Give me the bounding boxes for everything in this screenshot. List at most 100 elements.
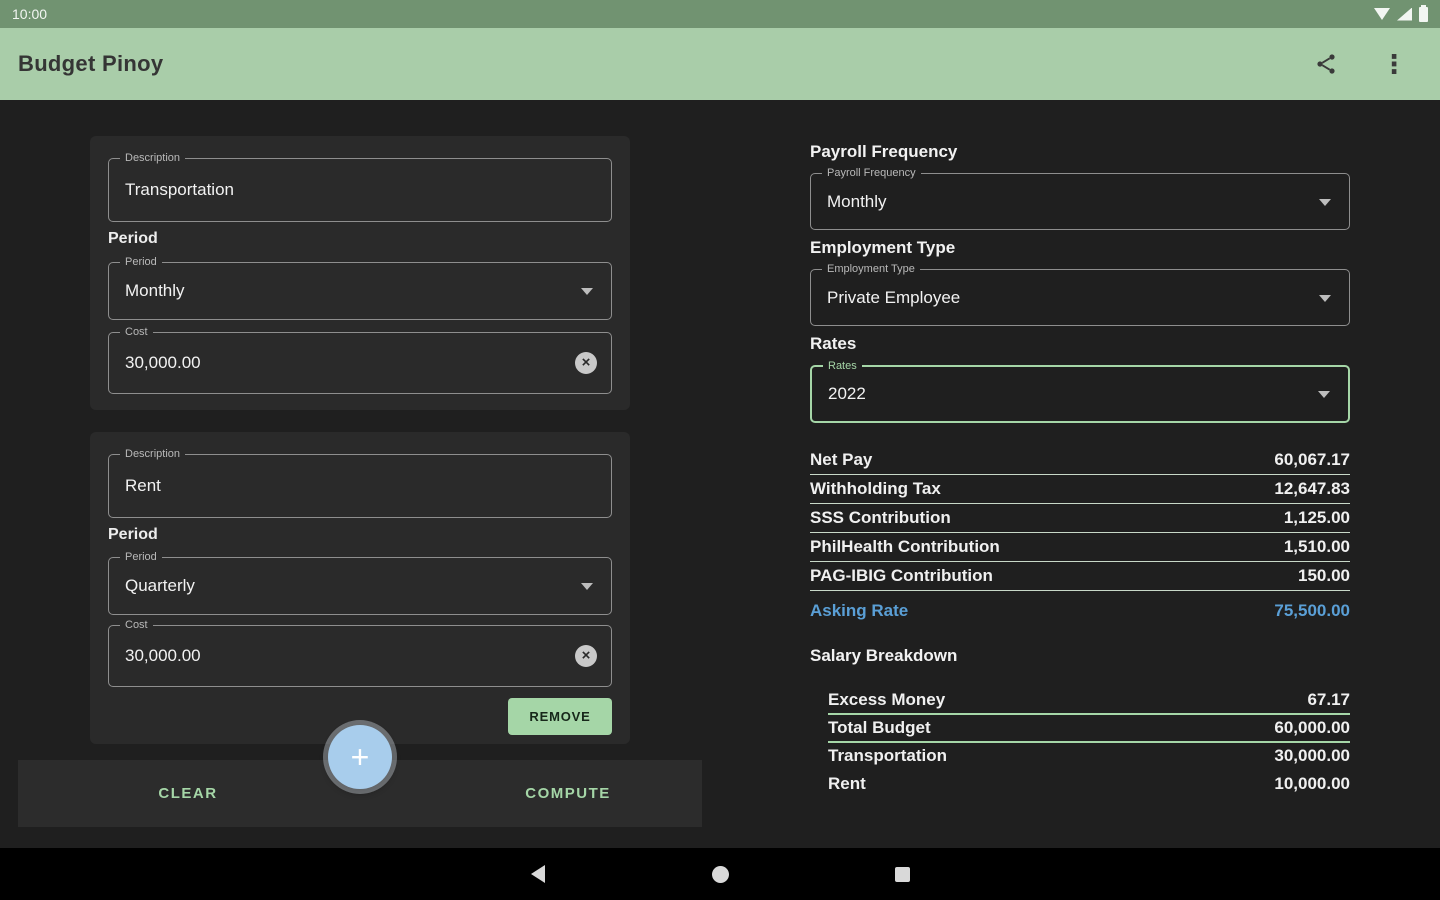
period-heading: Period [108, 230, 158, 247]
app-bar: Budget Pinoy ⋮ [0, 28, 1440, 100]
period-field-label: Period [120, 255, 162, 269]
page-title: Budget Pinoy [18, 51, 164, 76]
cell-signal-icon [1397, 7, 1412, 21]
result-row-net-pay: Net Pay 60,067.17 [810, 446, 1350, 475]
employment-type-heading: Employment Type [810, 238, 956, 257]
breakdown-label: Total Budget [828, 718, 931, 737]
result-value: 12,647.83 [1274, 479, 1350, 498]
cost-field-label: Cost [120, 618, 153, 632]
breakdown-label: Transportation [828, 746, 948, 765]
battery-icon [1419, 4, 1428, 22]
asking-rate-label: Asking Rate [810, 600, 909, 620]
overflow-menu-button[interactable]: ⋮ [1374, 44, 1414, 84]
result-label: PhilHealth Contribution [810, 537, 1000, 556]
recents-icon [894, 866, 910, 882]
employment-type-value: Private Employee [827, 287, 961, 307]
chevron-down-icon [581, 288, 593, 295]
asking-rate-value: 75,500.00 [1274, 600, 1350, 620]
result-row-pagibig: PAG-IBIG Contribution 150.00 [810, 562, 1350, 591]
cost-input[interactable]: Cost 30,000.00 × [108, 618, 612, 687]
nav-home-button[interactable] [690, 848, 750, 900]
period-dropdown[interactable]: Period Monthly [108, 255, 612, 320]
period-field-label: Period [120, 550, 162, 564]
breakdown-row-rent: Rent 10,000.00 [828, 771, 1350, 799]
compute-button[interactable]: COMPUTE [478, 760, 658, 827]
payroll-frequency-value: Monthly [827, 191, 887, 211]
employment-type-field-label: Employment Type [822, 262, 920, 276]
back-icon [531, 865, 545, 883]
description-field-value: Transportation [125, 180, 234, 199]
breakdown-label: Excess Money [828, 690, 946, 709]
breakdown-label: Rent [828, 774, 866, 793]
breakdown-row-transportation: Transportation 30,000.00 [828, 743, 1350, 771]
nav-recents-button[interactable] [872, 848, 932, 900]
status-bar: 10:00 [0, 0, 1440, 28]
period-field-value: Monthly [125, 281, 185, 300]
payroll-panel: Payroll Frequency Payroll Frequency Mont… [810, 100, 1350, 845]
salary-breakdown-heading: Salary Breakdown [810, 646, 958, 665]
description-input[interactable]: Description Rent [108, 447, 612, 518]
chevron-down-icon [1318, 391, 1330, 398]
chevron-down-icon [1319, 198, 1331, 206]
breakdown-value: 60,000.00 [1274, 718, 1350, 737]
result-label: Withholding Tax [810, 479, 941, 498]
period-heading: Period [108, 526, 158, 543]
breakdown-value: 10,000.00 [1274, 774, 1350, 793]
add-expense-fab[interactable]: + [328, 725, 392, 789]
chevron-down-icon [1319, 294, 1331, 302]
nav-back-button[interactable] [508, 848, 568, 900]
description-field-label: Description [120, 447, 186, 461]
result-label: PAG-IBIG Contribution [810, 566, 993, 585]
remove-expense-button[interactable]: REMOVE [508, 698, 612, 735]
plus-icon: + [350, 738, 370, 775]
employment-type-dropdown[interactable]: Employment Type Private Employee [810, 262, 1350, 326]
result-value: 1,125.00 [1283, 508, 1350, 527]
cost-input[interactable]: Cost 30,000.00 × [108, 325, 612, 394]
status-icons [1374, 4, 1428, 22]
description-field-label: Description [120, 151, 186, 165]
asking-rate-row: Asking Rate 75,500.00 [810, 596, 1350, 625]
cost-field-value: 30,000.00 [125, 353, 201, 372]
result-label: Net Pay [810, 450, 873, 469]
clear-cost-icon[interactable]: × [575, 645, 597, 667]
expense-card-transportation: Description Transportation Period Period… [90, 136, 630, 410]
result-label: SSS Contribution [810, 508, 951, 527]
overflow-menu-icon: ⋮ [1381, 49, 1407, 79]
result-row-sss: SSS Contribution 1,125.00 [810, 504, 1350, 533]
share-icon [1317, 54, 1335, 74]
result-row-philhealth: PhilHealth Contribution 1,510.00 [810, 533, 1350, 562]
rates-value: 2022 [828, 384, 866, 403]
rates-heading: Rates [810, 334, 857, 353]
breakdown-value: 30,000.00 [1274, 746, 1350, 765]
home-icon [711, 865, 729, 883]
rates-dropdown[interactable]: Rates 2022 [810, 359, 1350, 423]
cost-field-label: Cost [120, 325, 153, 339]
results-table: Net Pay 60,067.17 Withholding Tax 12,647… [810, 446, 1350, 591]
period-field-value: Quarterly [125, 576, 195, 595]
breakdown-row-excess-money: Excess Money 67.17 [828, 687, 1350, 715]
description-input[interactable]: Description Transportation [108, 151, 612, 222]
breakdown-value: 67.17 [1307, 690, 1350, 709]
clear-cost-icon[interactable]: × [575, 352, 597, 374]
android-nav-bar [0, 848, 1440, 900]
payroll-frequency-field-label: Payroll Frequency [822, 166, 921, 180]
status-time: 10:00 [12, 6, 48, 22]
app-bar-actions: ⋮ [1306, 44, 1422, 84]
share-button[interactable] [1306, 44, 1346, 84]
clear-button[interactable]: CLEAR [118, 760, 258, 827]
result-row-withholding-tax: Withholding Tax 12,647.83 [810, 475, 1350, 504]
expense-card-rent: Description Rent Period Period Quarterly… [90, 432, 630, 744]
cost-field-value: 30,000.00 [125, 646, 201, 665]
period-dropdown[interactable]: Period Quarterly [108, 550, 612, 615]
salary-breakdown-table: Excess Money 67.17 Total Budget 60,000.0… [828, 687, 1350, 799]
result-value: 60,067.17 [1274, 450, 1350, 469]
rates-field-label: Rates [823, 359, 862, 373]
chevron-down-icon [581, 583, 593, 590]
payroll-frequency-dropdown[interactable]: Payroll Frequency Monthly [810, 166, 1350, 230]
payroll-frequency-heading: Payroll Frequency [810, 142, 958, 161]
result-value: 1,510.00 [1283, 537, 1350, 556]
description-field-value: Rent [125, 476, 161, 495]
result-value: 150.00 [1298, 566, 1350, 585]
breakdown-row-total-budget: Total Budget 60,000.00 [828, 715, 1350, 743]
wifi-icon [1374, 8, 1390, 20]
